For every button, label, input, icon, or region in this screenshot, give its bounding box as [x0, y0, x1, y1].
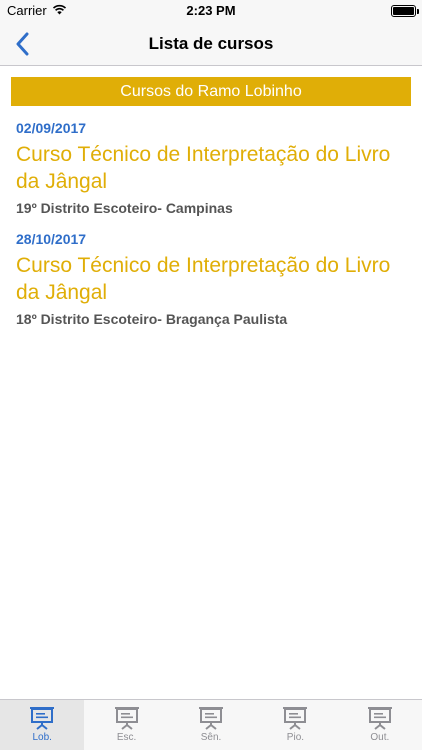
course-list[interactable]: Cursos do Ramo Lobinho 02/09/2017 Curso … — [0, 66, 422, 699]
course-title[interactable]: Curso Técnico de Interpretação do Livro … — [16, 252, 412, 306]
course-date: 28/10/2017 — [16, 231, 87, 247]
tab-outros[interactable]: Out. — [338, 700, 422, 750]
course-district: 18º Distrito Escoteiro- Bragança Paulist… — [16, 311, 288, 327]
status-time: 2:23 PM — [186, 3, 236, 18]
tab-label: Lob. — [32, 732, 52, 743]
course-item[interactable]: 28/10/2017 Curso Técnico de Interpretaçã… — [16, 230, 412, 328]
tab-bar: Lob. Esc. Sên. Pio. Out. — [0, 699, 422, 750]
section-header: Cursos do Ramo Lobinho — [11, 77, 411, 106]
tab-pioneiro[interactable]: Pio. — [253, 700, 337, 750]
battery-icon — [391, 5, 419, 17]
presentation-board-icon — [30, 707, 55, 730]
tab-lobinho[interactable]: Lob. — [0, 700, 85, 750]
presentation-board-icon — [199, 707, 224, 730]
presentation-board-icon — [367, 707, 392, 730]
page-title: Lista de cursos — [148, 34, 274, 53]
presentation-board-icon — [283, 707, 308, 730]
status-bar: Carrier 2:23 PM — [0, 0, 422, 22]
course-district: 19º Distrito Escoteiro- Campinas — [16, 200, 233, 216]
course-title[interactable]: Curso Técnico de Interpretação do Livro … — [16, 141, 412, 195]
tab-label: Pio. — [286, 732, 305, 743]
course-item[interactable]: 02/09/2017 Curso Técnico de Interpretaçã… — [16, 119, 412, 217]
tab-senior[interactable]: Sên. — [169, 700, 253, 750]
course-date: 02/09/2017 — [16, 120, 87, 136]
tab-label: Esc. — [116, 732, 137, 743]
tab-label: Sên. — [200, 732, 222, 743]
presentation-board-icon — [114, 707, 139, 730]
tab-label: Out. — [370, 732, 390, 743]
tab-escoteiro[interactable]: Esc. — [84, 700, 168, 750]
navigation-bar: Lista de cursos — [0, 22, 422, 66]
